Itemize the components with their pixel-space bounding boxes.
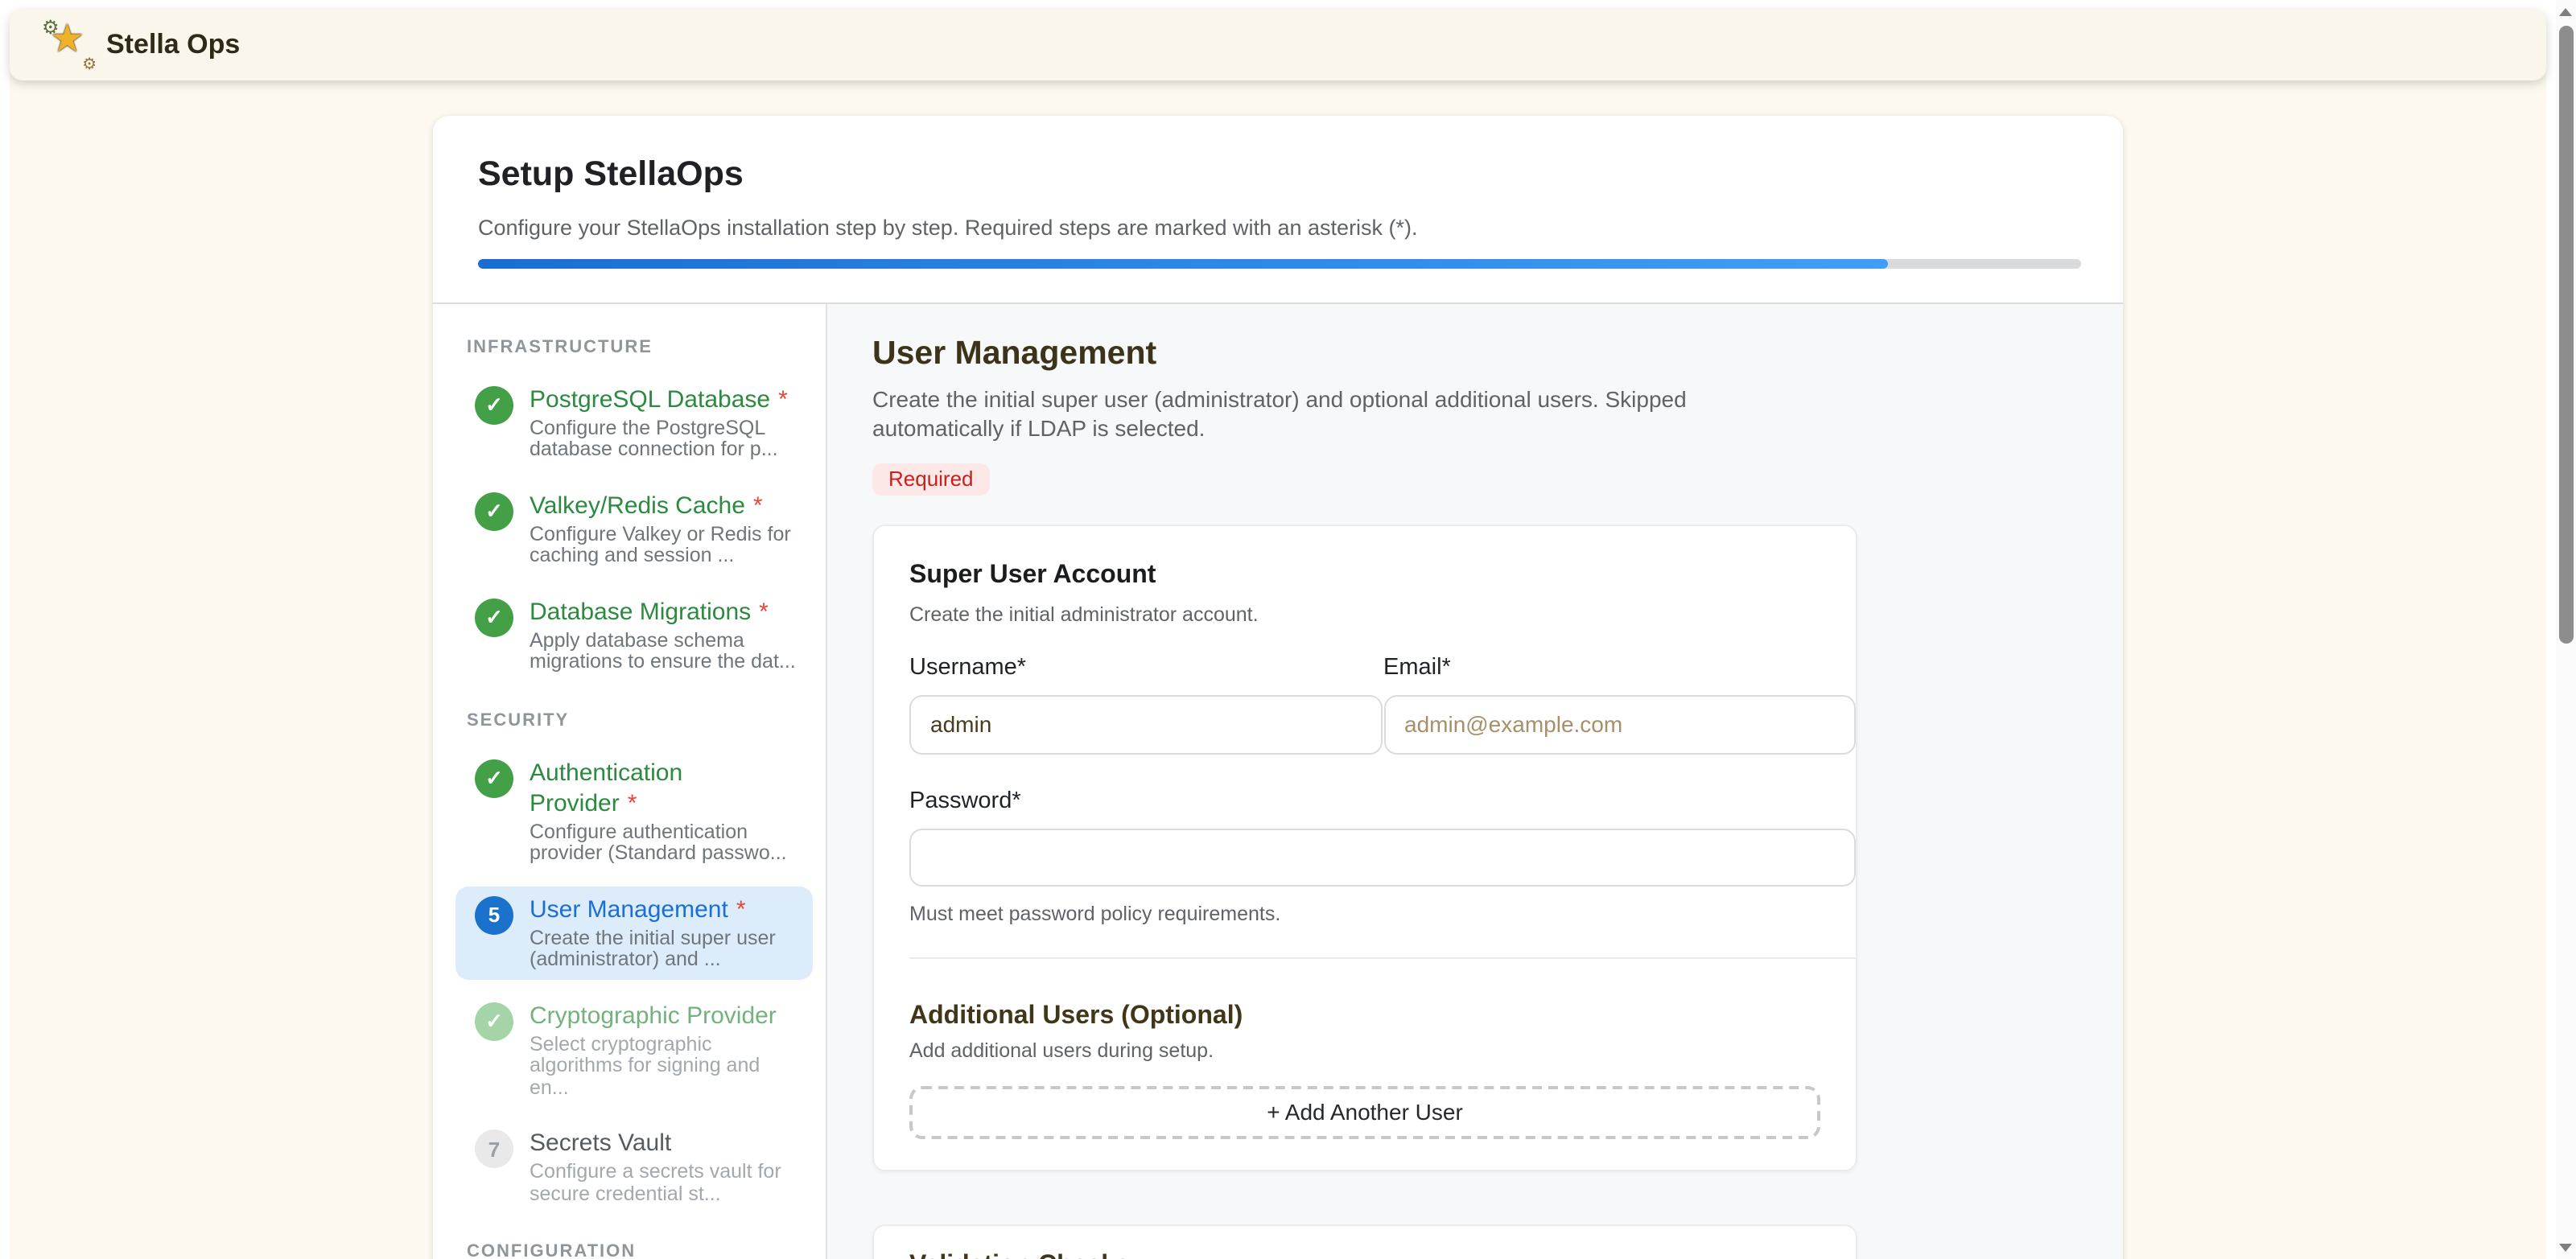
app-title: Stella Ops	[106, 29, 240, 61]
step-title: Secrets Vault	[530, 1129, 671, 1157]
step-title: Valkey/Redis Cache	[530, 492, 745, 519]
gear-icon: ⚙	[82, 56, 97, 74]
sidebar-item-valkey-redis-cache[interactable]: ✓ Valkey/Redis Cache * Configure Valkey o…	[455, 482, 812, 575]
step-description: Configure Valkey or Redis for caching an…	[530, 524, 796, 567]
sidebar-item-secrets-vault[interactable]: 7 Secrets Vault Configure a secrets vaul…	[455, 1120, 812, 1213]
required-asterisk: *	[736, 895, 746, 923]
step-description: Configure the PostgreSQL database connec…	[530, 418, 796, 461]
page-scrollbar[interactable]	[2555, 0, 2576, 1259]
star-icon: ★	[50, 18, 84, 63]
setup-subtitle: Configure your StellaOps installation st…	[478, 213, 2081, 241]
check-icon: ✓	[475, 492, 513, 530]
step-title: Database Migrations	[530, 598, 751, 625]
stella-ops-logo-icon: ⚙ ★ ⚙	[48, 23, 93, 68]
card-title: Super User Account	[909, 560, 1820, 590]
username-field[interactable]	[909, 695, 1382, 754]
check-icon: ✓	[475, 598, 513, 636]
validation-checks-card: Validation Checks connectivity Check pas…	[872, 1224, 1857, 1259]
password-helper-text: Must meet password policy requirements.	[909, 903, 1856, 927]
step-description: Configure a secrets vault for secure cre…	[530, 1162, 796, 1205]
required-badge: Required	[872, 463, 990, 496]
validation-card-title: Validation Checks	[909, 1249, 1820, 1259]
super-user-card: Super User Account Create the initial ad…	[872, 525, 1857, 1171]
sidebar-item-authentication-provider[interactable]: ✓ Authentication Provider* Configure aut…	[455, 749, 812, 873]
check-icon: ✓	[475, 385, 513, 424]
section-label-infrastructure: INFRASTRUCTURE	[467, 337, 825, 356]
required-asterisk: *	[753, 492, 763, 519]
page-description: Create the initial super user (administr…	[872, 386, 1754, 442]
additional-users-title: Additional Users (Optional)	[909, 1001, 1820, 1031]
scroll-up-arrow-icon[interactable]	[2559, 8, 2572, 16]
step-title: User Management	[530, 895, 728, 923]
setup-progress-bar	[478, 258, 2081, 268]
check-icon: ✓	[475, 1002, 513, 1040]
password-label: Password*	[909, 788, 1856, 815]
setup-progress-fill	[478, 258, 1889, 268]
step-title: PostgreSQL Database	[530, 385, 770, 413]
card-subtitle: Create the initial administrator account…	[909, 603, 1820, 627]
required-asterisk: *	[628, 789, 637, 817]
sidebar-item-postgresql-database[interactable]: ✓ PostgreSQL Database * Configure the Pos…	[455, 376, 812, 469]
section-label-configuration: CONFIGURATION	[467, 1242, 825, 1259]
section-divider	[909, 957, 1856, 959]
setup-title: Setup StellaOps	[478, 154, 2081, 194]
section-label-security: SECURITY	[467, 710, 825, 730]
sidebar-item-user-management[interactable]: 5 User Management * Create the initial su…	[455, 886, 812, 979]
add-another-user-button[interactable]: + Add Another User	[909, 1086, 1820, 1138]
step-number-icon: 7	[475, 1129, 513, 1168]
step-description: Select cryptographic algorithms for sign…	[530, 1034, 796, 1099]
top-bar: ⚙ ★ ⚙ Stella Ops	[10, 10, 2546, 80]
step-title: Authentication Provider	[530, 759, 682, 817]
step-description: Apply database schema migrations to ensu…	[530, 630, 796, 673]
sidebar-item-cryptographic-provider[interactable]: ✓ Cryptographic Provider Select cryptogr…	[455, 992, 812, 1107]
setup-wizard-panel: Setup StellaOps Configure your StellaOps…	[432, 115, 2123, 1259]
step-title: Cryptographic Provider	[530, 1002, 777, 1029]
check-icon: ✓	[475, 759, 513, 797]
email-label: Email*	[1383, 655, 1856, 682]
page: ⚙ ★ ⚙ Stella Ops Setup StellaOps Configu…	[0, 0, 2576, 1259]
step-description: Create the initial super user (administr…	[530, 928, 796, 971]
required-asterisk: *	[759, 598, 769, 625]
sidebar-item-database-migrations[interactable]: ✓ Database Migrations * Apply database sc…	[455, 588, 812, 681]
required-asterisk: *	[778, 385, 788, 413]
setup-steps-sidebar: INFRASTRUCTURE ✓ PostgreSQL Database * Co…	[432, 303, 826, 1259]
step-number-icon: 5	[475, 895, 513, 934]
step-description: Configure authentication provider (Stand…	[530, 821, 796, 865]
username-label: Username*	[909, 655, 1382, 682]
email-field[interactable]	[1383, 695, 1856, 754]
step-content: User Management Create the initial super…	[826, 303, 2123, 1259]
password-field[interactable]	[909, 828, 1856, 887]
page-title: User Management	[872, 335, 2071, 372]
additional-users-subtitle: Add additional users during setup.	[909, 1039, 1820, 1064]
setup-header: Setup StellaOps Configure your StellaOps…	[432, 115, 2123, 303]
scroll-down-arrow-icon[interactable]	[2559, 1243, 2572, 1251]
scrollbar-thumb[interactable]	[2558, 26, 2573, 644]
